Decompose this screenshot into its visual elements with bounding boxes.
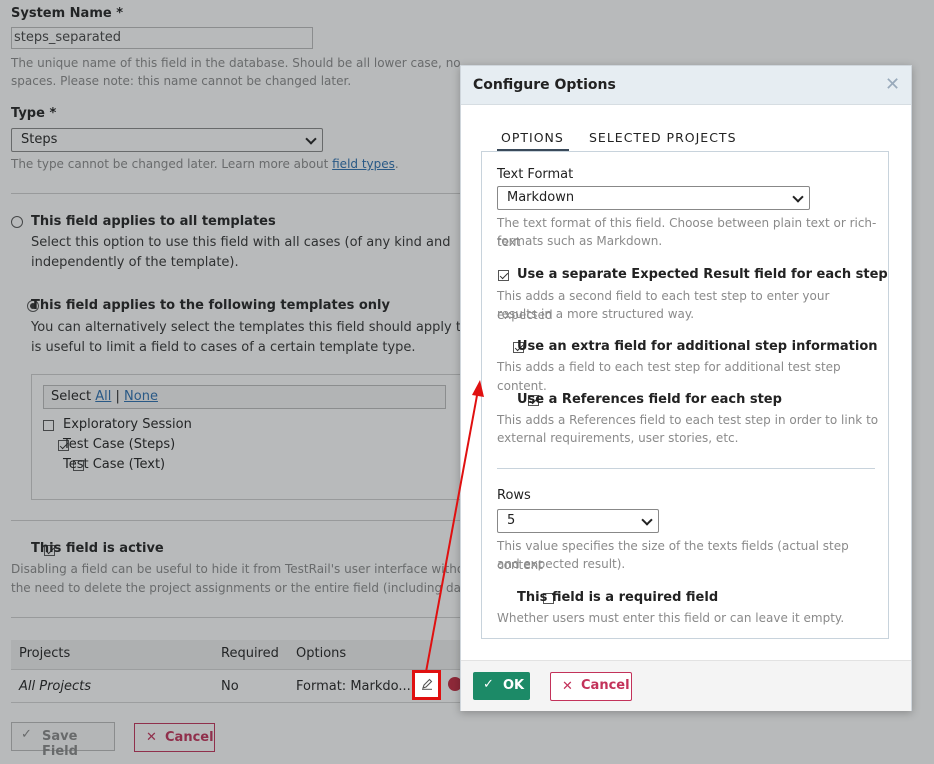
annotation-arrow	[425, 380, 484, 673]
